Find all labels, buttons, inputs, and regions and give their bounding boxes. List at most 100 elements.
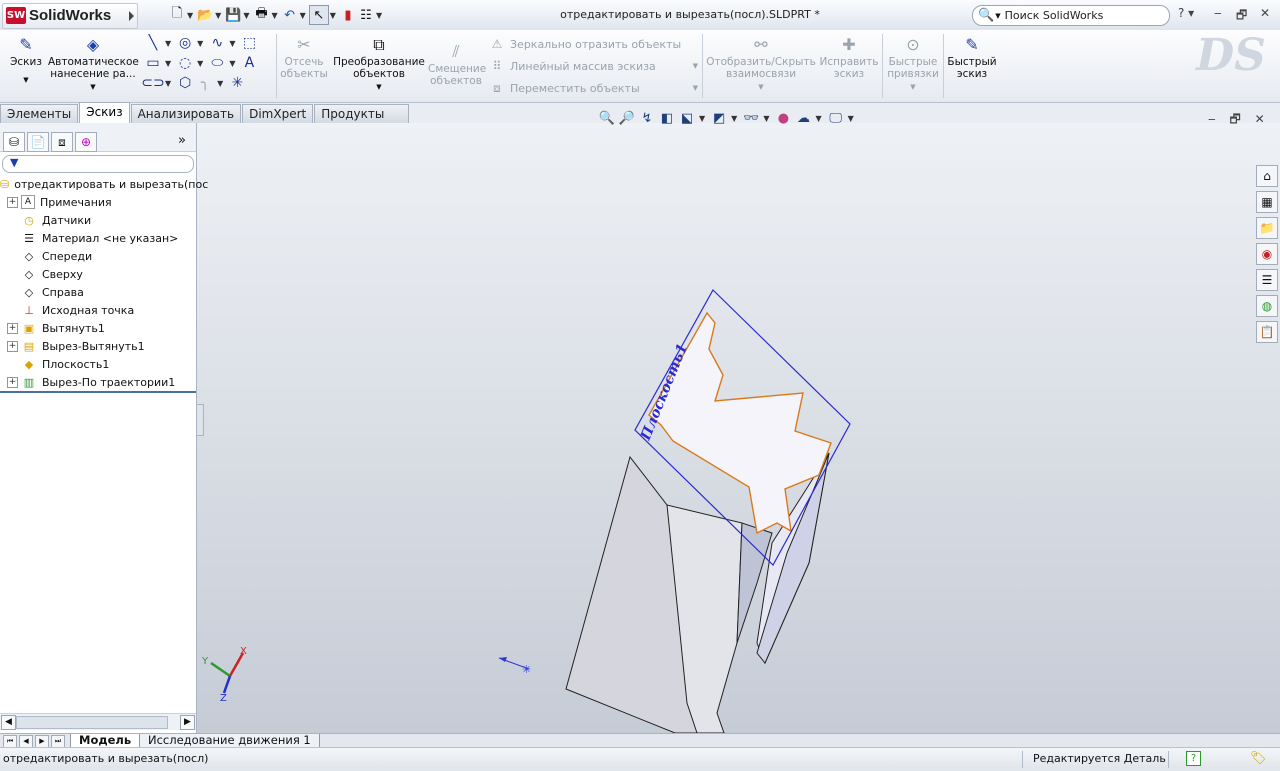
linear-pattern-button[interactable]: ⠿ Линейный массив эскиза ▼ <box>488 55 698 77</box>
save-dropdown-icon[interactable]: ▼ <box>243 11 249 20</box>
slot-icon[interactable]: ⊂⊃ <box>141 74 164 92</box>
tree-item-annotations[interactable]: + A Примечания <box>0 193 196 211</box>
display-relations-button[interactable]: ⚯ Отобразить/Скрыть взаимосвязи ▼ <box>705 34 817 93</box>
tree-item-extrude1[interactable]: + ▣ Вытянуть1 <box>0 319 196 337</box>
rebuild-traffic-light-icon[interactable]: ▮ <box>339 6 357 24</box>
open-dropdown-icon[interactable]: ▼ <box>215 11 221 20</box>
spline-dropdown-icon[interactable]: ▼ <box>229 39 235 48</box>
tree-item-front-plane[interactable]: ◇ Спереди <box>0 247 196 265</box>
search-results-icon[interactable]: ◉ <box>1256 243 1278 265</box>
hide-show-items-icon[interactable]: 👓 <box>742 109 760 127</box>
save-icon[interactable]: 💾 <box>224 6 242 24</box>
display-style-icon[interactable]: ◩ <box>710 109 728 127</box>
propertymanager-icon[interactable]: 📄 <box>27 132 49 152</box>
polygon-icon[interactable]: ⬡ <box>176 74 194 92</box>
scroll-thumb[interactable] <box>16 716 168 729</box>
search-input[interactable]: Поиск SolidWorks <box>1005 9 1104 22</box>
scroll-right-icon[interactable]: ▶ <box>180 715 195 730</box>
sketch-button[interactable]: ✎ Эскиз ▼ <box>6 34 46 86</box>
close-icon[interactable]: ✕ <box>1260 6 1270 20</box>
configurationmanager-icon[interactable]: ⧈ <box>51 132 73 152</box>
tab-office-products[interactable]: Продукты Office <box>314 104 409 139</box>
expand-icon[interactable]: + <box>7 376 18 388</box>
tab-model[interactable]: Модель <box>70 734 141 748</box>
viewport-restore-icon[interactable]: 🗗 <box>1229 112 1240 126</box>
restore-icon[interactable]: 🗗 <box>1236 6 1247 27</box>
expand-icon[interactable]: + <box>7 196 18 208</box>
expand-icon[interactable]: + <box>7 322 18 334</box>
offset-entities-button[interactable]: ⫽ Смещение объектов <box>428 41 486 88</box>
repair-sketch-button[interactable]: ✚ Исправить эскиз <box>818 34 880 81</box>
tree-item-right-plane[interactable]: ◇ Справа <box>0 283 196 301</box>
tree-item-material[interactable]: ☰ Материал <не указан> <box>0 229 196 247</box>
print-dropdown-icon[interactable]: ▼ <box>271 11 277 20</box>
ellipse-dropdown-icon[interactable]: ▼ <box>229 59 235 68</box>
zoom-to-area-icon[interactable]: 🔎 <box>618 109 636 127</box>
undo-dropdown-icon[interactable]: ▼ <box>300 11 306 20</box>
slot-dropdown-icon[interactable]: ▼ <box>165 79 171 88</box>
circle-icon[interactable]: ◎ <box>176 34 194 52</box>
customize-status-icon[interactable]: 🏷 <box>1250 751 1267 766</box>
mirror-entities-button[interactable]: ⚠ Зеркально отразить объекты <box>488 33 698 55</box>
view-settings-icon[interactable]: 🖵 <box>827 109 845 127</box>
rectangle-icon[interactable]: ▭ <box>144 54 162 72</box>
graphics-area[interactable]: Плоскость1 ✳ X Y Z <box>197 123 1280 733</box>
move-entities-button[interactable]: ⧈ Переместить объекты ▼ <box>488 77 698 99</box>
search-dropdown-icon[interactable]: ▼ <box>995 12 1000 20</box>
view-settings-dropdown-icon[interactable]: ▼ <box>848 114 854 123</box>
tree-item-origin[interactable]: ⊥ Исходная точка <box>0 301 196 319</box>
open-folder-icon[interactable]: 📂 <box>196 6 214 24</box>
line-icon[interactable]: ╲ <box>144 34 162 52</box>
previous-view-icon[interactable]: ↯ <box>638 109 656 127</box>
apply-scene-icon[interactable]: ☁ <box>794 109 812 127</box>
display-style-dropdown-icon[interactable]: ▼ <box>731 114 737 123</box>
smart-dimension-button[interactable]: ◈ Автоматическое нанесение ра... ▼ <box>48 34 139 93</box>
tab-motion-study[interactable]: Исследование движения 1 <box>139 734 320 748</box>
solidworks-resources-icon[interactable]: ⌂ <box>1256 165 1278 187</box>
viewport-minimize-icon[interactable]: ‒ <box>1208 112 1216 126</box>
print-icon[interactable]: 🖶 <box>252 6 270 24</box>
new-dropdown-icon[interactable]: ▼ <box>187 11 193 20</box>
fillet-dropdown-icon[interactable]: ▼ <box>217 79 223 88</box>
tree-item-plane1[interactable]: ◆ Плоскость1 <box>0 355 196 373</box>
line-dropdown-icon[interactable]: ▼ <box>165 39 171 48</box>
fillet-icon[interactable]: ╮ <box>196 74 214 92</box>
tab-features[interactable]: Элементы <box>0 104 79 123</box>
tree-root[interactable]: ⛁ отредактировать и вырезать(пос <box>0 175 208 193</box>
custom-properties-icon[interactable]: 📋 <box>1256 321 1278 343</box>
tree-horizontal-scrollbar[interactable]: ◀ ▶ <box>0 713 196 730</box>
tab-evaluate[interactable]: Анализировать <box>130 104 242 123</box>
spline-icon[interactable]: ∿ <box>208 34 226 52</box>
tab-dimxpert[interactable]: DimXpert <box>242 104 314 123</box>
select-dropdown-icon[interactable]: ▼ <box>330 11 336 20</box>
search-box[interactable]: 🔍 ▼ Поиск SolidWorks <box>972 5 1170 26</box>
arc-dropdown-icon[interactable]: ▼ <box>197 59 203 68</box>
dimxpertmanager-icon[interactable]: ⊕ <box>75 132 97 152</box>
tree-item-cut-sweep1[interactable]: + ▥ Вырез-По траектории1 <box>0 373 196 391</box>
construction-geometry-icon[interactable]: ⬚ <box>240 34 258 52</box>
view-palette-icon[interactable]: ☰ <box>1256 269 1278 291</box>
help-icon[interactable]: ? ▾ <box>1178 6 1194 20</box>
text-icon[interactable]: A <box>240 54 258 72</box>
tree-filter-input[interactable]: ▼ <box>2 155 194 173</box>
trim-button[interactable]: ✂ Отсечь объекты <box>278 34 330 81</box>
quick-snaps-button[interactable]: ⊙ Быстрые привязки ▼ <box>886 34 940 93</box>
rapid-sketch-button[interactable]: ✎ Быстрый эскиз <box>946 34 998 81</box>
select-arrow-icon[interactable]: ↖ <box>308 5 329 25</box>
minimize-icon[interactable]: ‒ <box>1214 6 1222 20</box>
rollback-bar[interactable] <box>0 391 196 393</box>
tree-item-top-plane[interactable]: ◇ Сверху <box>0 265 196 283</box>
arc-icon[interactable]: ◌ <box>176 54 194 72</box>
circle-dropdown-icon[interactable]: ▼ <box>197 39 203 48</box>
ellipse-icon[interactable]: ⬭ <box>208 54 226 72</box>
point-icon[interactable]: ✳ <box>228 74 246 92</box>
quick-tips-icon[interactable]: ? <box>1186 751 1201 766</box>
zoom-to-fit-icon[interactable]: 🔍 <box>598 109 616 127</box>
scroll-left-icon[interactable]: ◀ <box>1 715 16 730</box>
new-document-icon[interactable]: 🗋 <box>168 6 186 24</box>
convert-entities-button[interactable]: ⧉ Преобразование объектов ▼ <box>333 34 425 93</box>
model-viewport[interactable]: Плоскость1 ✳ X Y Z <box>197 123 1280 733</box>
undo-icon[interactable]: ↶ <box>281 6 299 24</box>
tree-item-cut-extrude1[interactable]: + ▤ Вырез-Вытянуть1 <box>0 337 196 355</box>
expand-chevron-icon[interactable]: » <box>178 133 186 148</box>
